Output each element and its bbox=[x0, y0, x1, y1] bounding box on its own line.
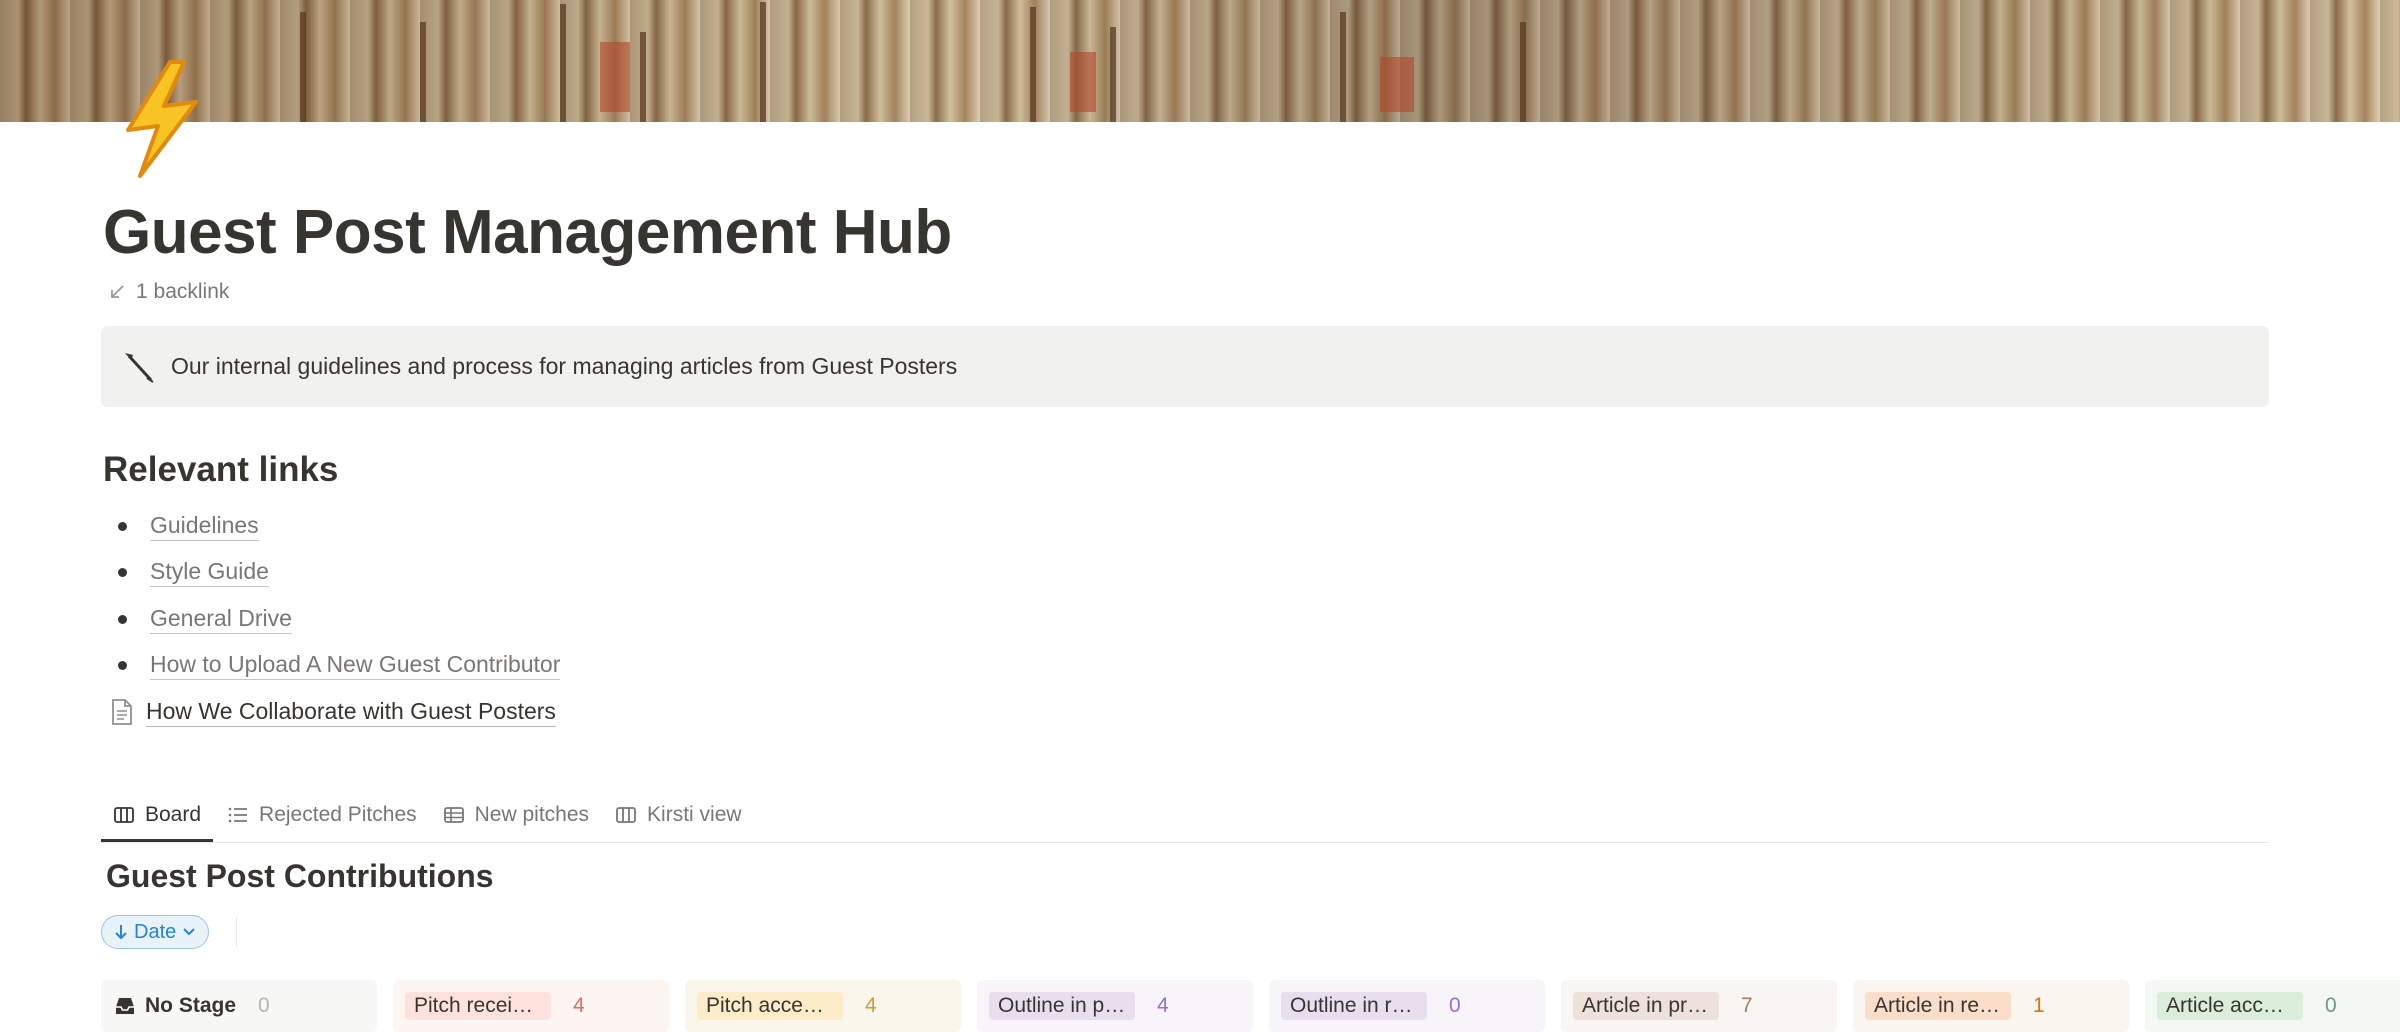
column-count: 0 bbox=[1449, 994, 1461, 1017]
board-column-no-stage[interactable]: No Stage 0 bbox=[101, 980, 377, 1032]
column-count: 4 bbox=[573, 994, 585, 1017]
column-count: 0 bbox=[258, 994, 270, 1017]
link-collaborate[interactable]: How We Collaborate with Guest Posters bbox=[146, 698, 556, 727]
board-icon bbox=[114, 806, 134, 823]
board-column-pitch-received[interactable]: Pitch received 4 bbox=[393, 980, 669, 1032]
cover-image[interactable] bbox=[0, 0, 2400, 122]
table-icon bbox=[443, 807, 464, 823]
status-chip: Article in progress bbox=[1573, 992, 1719, 1020]
backlinks-label: 1 backlink bbox=[136, 280, 230, 303]
status-chip: Outline in progress bbox=[989, 992, 1135, 1020]
callout-text: Our internal guidelines and process for … bbox=[171, 353, 958, 379]
column-count: 4 bbox=[1157, 994, 1169, 1017]
tab-board[interactable]: Board bbox=[101, 790, 214, 842]
backlinks[interactable]: 1 backlink bbox=[108, 280, 229, 304]
column-label: No Stage bbox=[145, 994, 237, 1017]
list-item: Guidelines bbox=[110, 503, 560, 550]
inbox-tray-icon bbox=[116, 998, 134, 1014]
tab-kirsti-view[interactable]: Kirsti view bbox=[603, 790, 754, 840]
sort-label: Date bbox=[134, 920, 177, 943]
bullet bbox=[118, 568, 127, 578]
bullet bbox=[118, 521, 127, 531]
status-chip: Article accepted bbox=[2157, 992, 2303, 1020]
link-upload-contributor[interactable]: How to Upload A New Guest Contributor bbox=[150, 651, 561, 681]
board-column-pitch-accepted[interactable]: Pitch accepted 4 bbox=[685, 980, 961, 1032]
column-count: 4 bbox=[865, 994, 877, 1017]
view-tabs: Board Rejected Pitches New pitches Kirst… bbox=[101, 790, 2269, 843]
board-column-article-accepted[interactable]: Article accepted 0 bbox=[2145, 980, 2400, 1032]
database-title[interactable]: Guest Post Contributions bbox=[106, 858, 494, 895]
tab-label: Board bbox=[145, 802, 202, 826]
links-list: Guidelines Style Guide General Drive How… bbox=[110, 503, 561, 736]
page-icon bbox=[112, 699, 132, 726]
list-item: How to Upload A New Guest Contributor bbox=[110, 643, 561, 690]
board-icon bbox=[616, 807, 636, 823]
board-column-article-in-progress[interactable]: Article in progress 7 bbox=[1561, 980, 1837, 1032]
bullet bbox=[118, 661, 127, 671]
status-chip: Pitch accepted bbox=[697, 992, 843, 1020]
callout-block: Our internal guidelines and process for … bbox=[101, 326, 2269, 407]
board-column-outline-in-review[interactable]: Outline in review 0 bbox=[1269, 980, 1545, 1032]
lightning-bolt-icon[interactable] bbox=[118, 60, 204, 178]
status-chip: Article in review bbox=[1865, 992, 2011, 1020]
status-chip: Outline in review bbox=[1281, 992, 1427, 1020]
feather-pen-icon bbox=[125, 352, 154, 383]
status-chip: Pitch received bbox=[405, 992, 551, 1020]
board-columns: No Stage 0 Pitch received 4 Pitch accept… bbox=[101, 980, 2400, 1032]
board-column-outline-in-progress[interactable]: Outline in progress 4 bbox=[977, 980, 1253, 1032]
arrow-down-icon bbox=[115, 925, 127, 940]
divider bbox=[236, 917, 237, 947]
tab-rejected-pitches[interactable]: Rejected Pitches bbox=[215, 790, 429, 840]
column-count: 7 bbox=[1741, 994, 1753, 1017]
column-count: 1 bbox=[2033, 994, 2045, 1017]
list-item: Style Guide bbox=[110, 550, 560, 597]
arrow-down-left-icon bbox=[111, 285, 124, 298]
list-item: General Drive bbox=[110, 596, 560, 643]
link-general-drive[interactable]: General Drive bbox=[150, 605, 292, 634]
page-title[interactable]: Guest Post Management Hub bbox=[103, 192, 952, 274]
board-column-article-in-review[interactable]: Article in review 1 bbox=[1853, 980, 2129, 1032]
bullet bbox=[118, 614, 127, 624]
list-item: How We Collaborate with Guest Posters bbox=[110, 689, 560, 736]
column-count: 0 bbox=[2325, 994, 2337, 1017]
link-guidelines[interactable]: Guidelines bbox=[150, 512, 259, 541]
tab-label: Rejected Pitches bbox=[259, 803, 417, 826]
tab-new-pitches[interactable]: New pitches bbox=[431, 790, 601, 840]
no-stage-header: No Stage bbox=[113, 994, 236, 1018]
chevron-down-icon bbox=[183, 928, 195, 936]
link-style-guide[interactable]: Style Guide bbox=[150, 558, 269, 588]
tab-label: Kirsti view bbox=[647, 803, 742, 826]
sort-date-button[interactable]: Date bbox=[101, 915, 210, 949]
links-heading: Relevant links bbox=[103, 450, 339, 489]
list-icon bbox=[228, 807, 248, 823]
tab-label: New pitches bbox=[474, 803, 590, 826]
